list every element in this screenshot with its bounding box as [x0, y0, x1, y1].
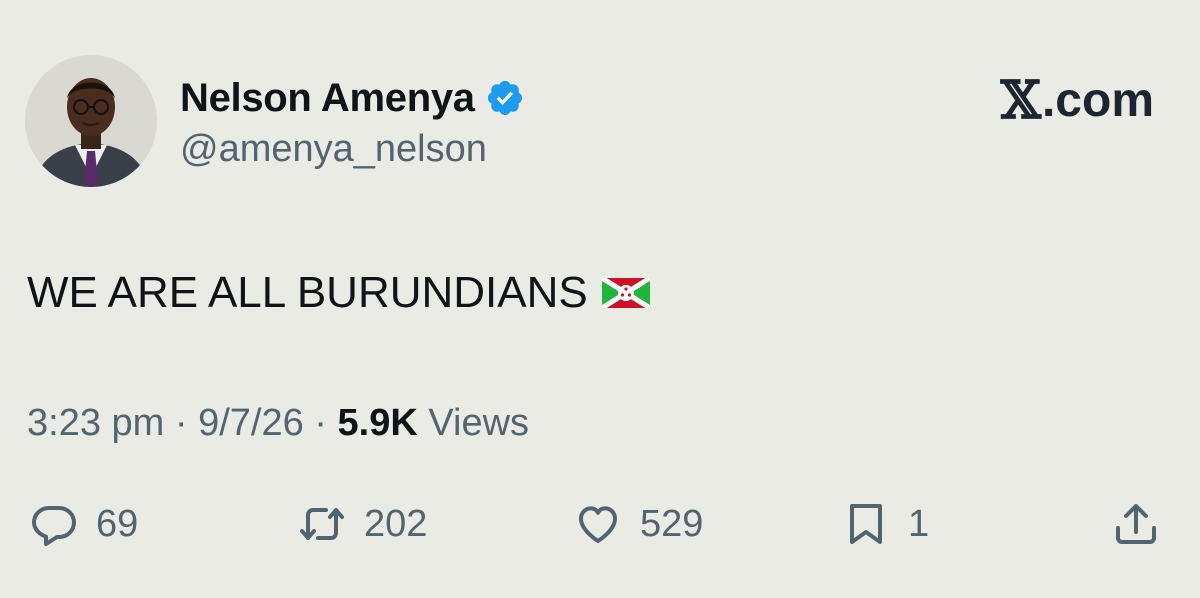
- heart-icon: [579, 506, 617, 543]
- tweet-body: WE ARE ALL BURUNDIANS: [27, 268, 588, 317]
- repost-icon: [300, 508, 344, 540]
- x-logo-icon: 𝕏: [1000, 70, 1041, 131]
- bookmark-button[interactable]: 1: [842, 492, 929, 556]
- tweet-date[interactable]: 9/7/26: [198, 402, 304, 444]
- author-display-name[interactable]: Nelson Amenya: [180, 76, 475, 121]
- tweet-time[interactable]: 3:23 pm: [27, 402, 164, 444]
- tweet-text: WE ARE ALL BURUNDIANS: [27, 268, 650, 318]
- tweet-meta: 3:23 pm · 9/7/26 · 5.9K Views: [27, 402, 529, 445]
- reply-icon: [32, 506, 76, 546]
- author-handle[interactable]: @amenya_nelson: [180, 128, 487, 171]
- share-button[interactable]: [1112, 492, 1160, 556]
- like-count: 529: [640, 502, 704, 545]
- verified-badge-icon: [487, 80, 522, 116]
- repost-count: 202: [364, 502, 428, 545]
- action-bar: 69 202 529 1: [0, 492, 1200, 556]
- views-label: Views: [417, 402, 530, 444]
- meta-separator: ·: [303, 402, 338, 444]
- profile-photo: [25, 55, 157, 187]
- avatar[interactable]: [25, 55, 157, 187]
- like-button[interactable]: 529: [574, 492, 703, 556]
- x-com-logo: 𝕏 .com: [1001, 70, 1154, 131]
- repost-button[interactable]: 202: [298, 492, 427, 556]
- author-name-row: Nelson Amenya: [180, 72, 525, 124]
- brand-domain: .com: [1041, 74, 1154, 127]
- burundi-flag-icon: [601, 278, 650, 308]
- share-icon: [1116, 504, 1156, 544]
- views-count: 5.9K: [337, 402, 418, 444]
- meta-separator: ·: [164, 402, 199, 444]
- bookmark-count: 1: [908, 502, 930, 545]
- bookmark-icon: [850, 504, 882, 544]
- reply-count: 69: [96, 502, 139, 545]
- reply-button[interactable]: 69: [30, 492, 138, 556]
